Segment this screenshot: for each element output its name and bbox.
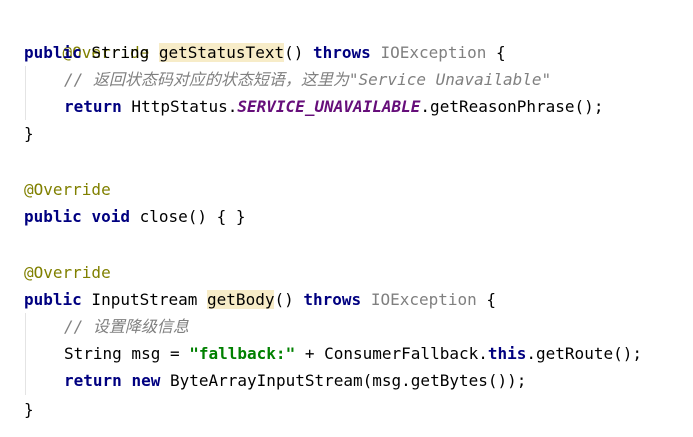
- code-line-2[interactable]: public String getStatusText() throws IOE…: [24, 39, 506, 66]
- code-line-12[interactable]: return new ByteArrayInputStream(msg.getB…: [24, 367, 526, 394]
- keyword-token: throws: [303, 290, 362, 309]
- code-line-9[interactable]: public InputStream getBody() throws IOEx…: [24, 286, 496, 313]
- annotation-token: @Override: [24, 180, 111, 199]
- comment-token: // 返回状态码对应的状态短语，这里为"Service Unavailable": [64, 70, 552, 89]
- code-line-13[interactable]: }: [24, 396, 34, 423]
- code-editor[interactable]: @Override public String getStatusText() …: [0, 0, 693, 437]
- code-token: }: [24, 400, 34, 419]
- code-token: close() { }: [129, 207, 246, 226]
- code-token: {: [486, 43, 506, 62]
- code-token: }: [24, 124, 34, 143]
- code-line-1[interactable]: @Override: [24, 12, 150, 62]
- code-line-6[interactable]: @Override: [24, 176, 111, 203]
- code-line-8[interactable]: @Override: [24, 259, 111, 286]
- code-line-5[interactable]: }: [24, 120, 34, 147]
- keyword-token: return: [64, 371, 122, 390]
- code-token: String: [81, 43, 159, 62]
- string-literal-token: "fallback:": [189, 344, 296, 363]
- keyword-token: public: [24, 43, 82, 62]
- code-token: (): [274, 290, 304, 309]
- code-line-4[interactable]: return HttpStatus.SERVICE_UNAVAILABLE.ge…: [24, 93, 603, 120]
- code-token: InputStream: [81, 290, 208, 309]
- code-line-3[interactable]: // 返回状态码对应的状态短语，这里为"Service Unavailable": [24, 66, 551, 93]
- code-token: HttpStatus.: [121, 97, 238, 116]
- keyword-token: public: [24, 290, 82, 309]
- code-line-7[interactable]: public void close() { }: [24, 203, 246, 230]
- annotation-token: @Override: [24, 263, 111, 282]
- code-token: .getReasonPhrase();: [420, 97, 604, 116]
- keyword-token: void: [91, 207, 130, 226]
- keyword-token: this: [487, 344, 527, 363]
- code-token: String msg =: [64, 344, 190, 363]
- keyword-token: public: [24, 207, 82, 226]
- keyword-token: new: [131, 371, 161, 390]
- comment-token: // 设置降级信息: [64, 317, 189, 336]
- constant-token: SERVICE_UNAVAILABLE: [237, 97, 421, 116]
- code-token: + ConsumerFallback.: [295, 344, 488, 363]
- code-line-10[interactable]: // 设置降级信息: [24, 313, 189, 340]
- method-name-token[interactable]: getBody: [207, 290, 275, 309]
- code-line-11[interactable]: String msg = "fallback:" + ConsumerFallb…: [24, 340, 642, 367]
- code-token: .getRoute();: [526, 344, 642, 363]
- code-token: (): [284, 43, 313, 62]
- keyword-token: throws: [313, 43, 371, 62]
- code-token: ByteArrayInputStream(msg.getBytes());: [160, 371, 527, 390]
- code-token: {: [476, 290, 497, 309]
- exception-token: IOException: [380, 43, 487, 62]
- exception-token: IOException: [370, 290, 477, 309]
- keyword-token: return: [64, 97, 122, 116]
- method-name-token[interactable]: getStatusText: [158, 43, 285, 62]
